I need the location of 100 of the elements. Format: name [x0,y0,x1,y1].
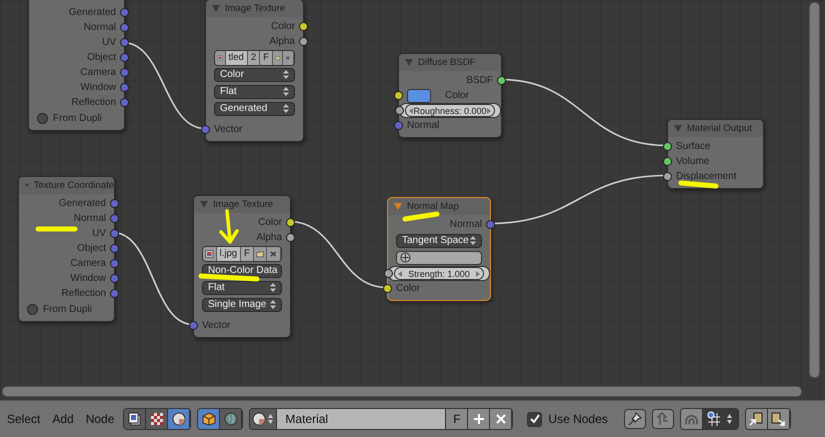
highlighter-arrow [219,209,239,244]
color-swatch[interactable] [407,88,431,102]
add-button[interactable] [468,409,490,429]
image-name[interactable]: l.jpg [216,246,242,260]
dropdown[interactable]: Tangent Space [396,234,482,248]
socket[interactable] [383,284,392,293]
checkbox[interactable] [27,304,38,314]
number-slider[interactable]: Roughness: 0.000 [405,104,495,117]
close-button[interactable] [490,409,512,429]
copy-button[interactable] [746,409,768,429]
object-type-button[interactable] [220,409,242,429]
socket-label: Generated [58,198,106,209]
folder-icon[interactable] [254,246,268,260]
socket[interactable] [299,22,308,31]
image-name[interactable]: tled [226,50,248,64]
scrollbar[interactable] [809,2,820,378]
user-count[interactable]: 2 [248,50,260,64]
menu-item[interactable]: Add [49,412,77,426]
socket[interactable] [663,142,672,151]
socket-label: Color [396,283,420,294]
socket[interactable] [384,269,393,278]
socket[interactable] [663,157,672,166]
socket-label: Object [87,52,116,63]
socket-label: Normal [84,22,116,33]
shader-type-button[interactable] [124,409,146,429]
socket[interactable] [663,172,672,181]
dropdown[interactable]: Single Image [202,298,282,312]
socket-label: Camera [80,67,116,78]
fake-user-button[interactable]: F [260,50,273,64]
socket-label: Surface [676,141,710,152]
node-title: Normal Map [407,201,459,212]
paste-button[interactable] [768,409,790,429]
socket-label: Camera [70,258,106,269]
socket[interactable] [286,218,295,227]
snap-mode-dropdown[interactable] [702,409,738,429]
fake-user-button[interactable]: F [241,246,254,260]
left-arrow-icon[interactable] [409,108,413,114]
socket-label: Alpha [269,36,295,47]
updown-icon [270,283,276,292]
right-arrow-icon[interactable] [476,270,480,276]
dropdown[interactable]: Flat [202,280,282,294]
socket[interactable] [395,106,404,115]
socket[interactable] [394,91,403,100]
snap-button[interactable] [680,409,703,429]
socket-label: Volume [676,156,710,167]
number-slider[interactable]: Strength: 1.000 [394,267,484,280]
dropdown[interactable]: Color [214,68,295,82]
shader-type-button[interactable] [146,409,168,429]
socket-label: Normal [450,219,482,230]
image-icon[interactable] [203,246,217,260]
socket-label: UV [92,228,106,239]
close-icon[interactable] [267,246,281,260]
dropdown[interactable]: Flat [214,84,295,98]
folder-icon[interactable] [272,50,284,64]
pin-icon [626,411,643,427]
fake-user-button[interactable]: F [446,409,468,429]
left-arrow-icon[interactable] [398,270,402,276]
highlighter-stroke [36,226,78,232]
socket-label: BSDF [466,75,493,86]
object-type-button[interactable] [198,409,220,429]
socket-label: Generated [68,7,116,18]
right-arrow-icon[interactable] [487,108,491,114]
close-icon[interactable] [283,50,294,64]
magnet-icon [684,414,698,424]
pin-button[interactable] [624,409,646,429]
material-browse-button[interactable] [250,409,278,429]
clipboard-arrow-icon [770,411,786,427]
sphere-icon [252,412,274,426]
material-name-field[interactable]: Material [277,409,446,429]
socket[interactable] [497,76,506,85]
socket-label: Displacement [676,171,737,182]
checkbox[interactable] [527,412,542,426]
node-title: Material Output [687,123,752,134]
menu-item[interactable]: Select [4,412,44,426]
socket[interactable] [299,37,308,46]
updown-icon [283,104,289,113]
grid-snap-icon [704,411,735,427]
shader-type-button[interactable] [168,409,190,429]
parent-button[interactable] [652,409,674,429]
image-icon[interactable] [215,50,226,64]
node-title: Texture Coordinate [34,180,114,191]
triangle-icon[interactable] [394,203,402,210]
menu-item[interactable]: Node [82,412,118,426]
socket-label: Color [258,217,282,228]
scrollbar[interactable] [2,386,802,397]
checkbox[interactable] [37,112,48,124]
highlighter-stroke [402,212,440,222]
clipboard-arrow-icon [748,411,764,427]
checker-icon [150,412,164,426]
socket-label: Vector [214,124,242,135]
uv-map-field[interactable] [396,250,482,264]
dropdown[interactable]: Generated [214,102,295,116]
cube-icon [202,412,216,426]
socket-label: Window [80,82,116,93]
node-title: Diffuse BSDF [418,57,476,68]
plus-icon [472,413,485,425]
close-icon [494,413,507,425]
checkbox-label: From Dupli [43,304,92,314]
socket-label: UV [102,37,116,48]
socket[interactable] [286,233,295,242]
